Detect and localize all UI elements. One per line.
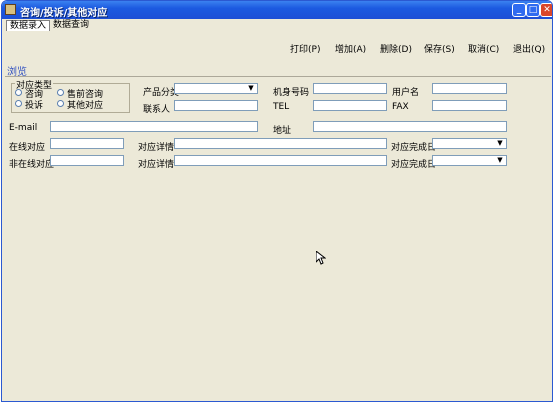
contact-field[interactable] [174,100,258,111]
tab-strip: 数据录入 数据查询 [2,19,552,31]
app-icon [5,4,16,15]
print-button[interactable]: 打印(P) [290,42,320,55]
online-field[interactable] [50,138,124,149]
chevron-down-icon: ▼ [497,156,503,164]
chevron-down-icon: ▼ [497,139,503,147]
offline-detail-label: 对应详情 [138,160,175,170]
radio-presale[interactable] [57,89,64,96]
cancel-button[interactable]: 取消(C) [468,42,499,55]
offline-detail-field[interactable] [174,155,387,166]
username-label: 用户名 [392,88,420,98]
offline-complete-date-select[interactable]: ▼ [432,155,507,166]
title-bar[interactable]: 咨询/投诉/其他对应 _ □ ✕ [2,1,552,19]
save-button[interactable]: 保存(S) [424,42,455,55]
machine-no-label: 机身号码 [273,88,310,98]
username-field[interactable] [432,83,507,94]
address-field[interactable] [313,121,507,132]
email-label: E-mail [9,123,38,133]
contact-label: 联系人 [143,105,171,115]
online-complete-label: 对应完成日 [391,143,437,153]
window-title: 咨询/投诉/其他对应 [20,8,108,19]
offline-field[interactable] [50,155,124,166]
tel-field[interactable] [313,100,387,111]
online-detail-field[interactable] [174,138,387,149]
tab-data-query[interactable]: 数据查询 [50,20,92,30]
tel-label: TEL [273,102,290,112]
radio-complaint-label: 投诉 [25,101,44,111]
divider [5,76,551,77]
chevron-down-icon: ▼ [248,84,254,92]
online-detail-label: 对应详情 [138,143,175,153]
online-label: 在线对应 [9,143,46,153]
email-field[interactable] [50,121,258,132]
add-button[interactable]: 增加(A) [335,42,366,55]
close-icon[interactable]: ✕ [540,3,552,17]
tab-data-entry[interactable]: 数据录入 [6,20,51,31]
radio-complaint[interactable] [15,100,22,107]
exit-button[interactable]: 退出(Q) [513,42,545,55]
product-category-select[interactable]: ▼ [174,83,258,94]
radio-consult[interactable] [15,89,22,96]
minimize-icon[interactable]: _ [512,3,526,17]
online-complete-date-select[interactable]: ▼ [432,138,507,149]
offline-complete-label: 对应完成日 [391,160,437,170]
delete-button[interactable]: 删除(D) [380,42,412,55]
mouse-cursor-icon [316,251,326,265]
radio-other-label: 其他对应 [67,101,104,111]
radio-other[interactable] [57,100,64,107]
fax-label: FAX [392,102,409,112]
maximize-icon[interactable]: □ [526,3,540,17]
address-label: 地址 [273,126,292,136]
fax-field[interactable] [432,100,507,111]
main-window: 咨询/投诉/其他对应 _ □ ✕ 数据录入 数据查询 打印(P) 增加(A) 删… [1,0,553,402]
offline-label: 非在线对应 [9,160,55,170]
machine-no-field[interactable] [313,83,387,94]
